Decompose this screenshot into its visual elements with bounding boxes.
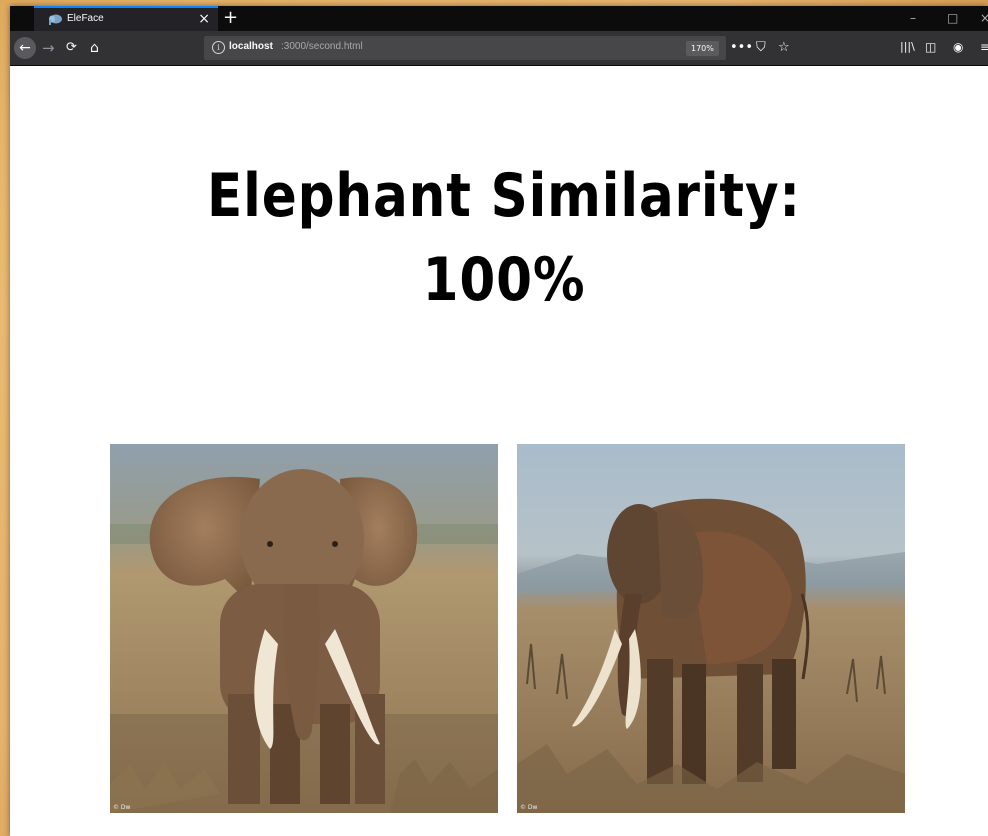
url-host: localhost [229,41,273,52]
page-title: Elephant Similarity: 100% [79,154,929,322]
maximize-icon[interactable]: □ [947,10,958,26]
close-tab-icon[interactable]: × [198,10,210,28]
page-content: Elephant Similarity: 100% © Dw © Dw [10,66,988,836]
sidebar-icon[interactable]: ◫ [925,39,936,55]
reload-icon[interactable]: ⟳ [66,37,77,59]
pocket-icon[interactable]: ⛉ [756,40,766,56]
browser-window: EleFace × + – □ × ← → ⟳ ⌂ i localhost :3… [10,6,988,836]
navigation-toolbar: ← → ⟳ ⌂ i localhost :3000/second.html 17… [10,31,988,66]
elephant-front-image [110,444,498,813]
zoom-level-button[interactable]: 170% [686,41,719,56]
close-window-icon[interactable]: × [980,10,988,26]
title-line-1: Elephant Similarity: [207,161,801,231]
info-icon[interactable]: i [212,41,225,54]
arrow-left-icon: ← [19,40,31,56]
back-button[interactable]: ← [14,37,36,59]
elephant-favicon-icon [49,14,62,25]
account-icon[interactable]: ◉ [953,39,963,55]
library-icon[interactable]: |||\ [900,39,915,55]
tab-eleface[interactable]: EleFace × [34,6,218,31]
tab-strip: EleFace × + – □ × [10,6,988,31]
image-watermark: © Dw [113,804,131,811]
home-icon[interactable]: ⌂ [90,37,99,59]
elephant-photo-front: © Dw [110,444,498,813]
ellipsis-icon[interactable]: ••• [730,40,753,56]
url-path: :3000/second.html [281,41,363,52]
star-icon[interactable]: ☆ [778,40,790,56]
elephant-photo-side: © Dw [517,444,905,813]
new-tab-icon[interactable]: + [223,6,238,30]
image-watermark: © Dw [520,804,538,811]
tab-title: EleFace [67,13,104,24]
url-bar[interactable]: i localhost :3000/second.html 170% ••• ⛉… [204,36,790,60]
similarity-score: 100% [422,245,586,315]
minimize-icon[interactable]: – [910,10,916,26]
elephant-side-image [517,444,905,813]
hamburger-icon[interactable]: ≡ [980,39,988,55]
arrow-right-icon[interactable]: → [42,37,55,59]
